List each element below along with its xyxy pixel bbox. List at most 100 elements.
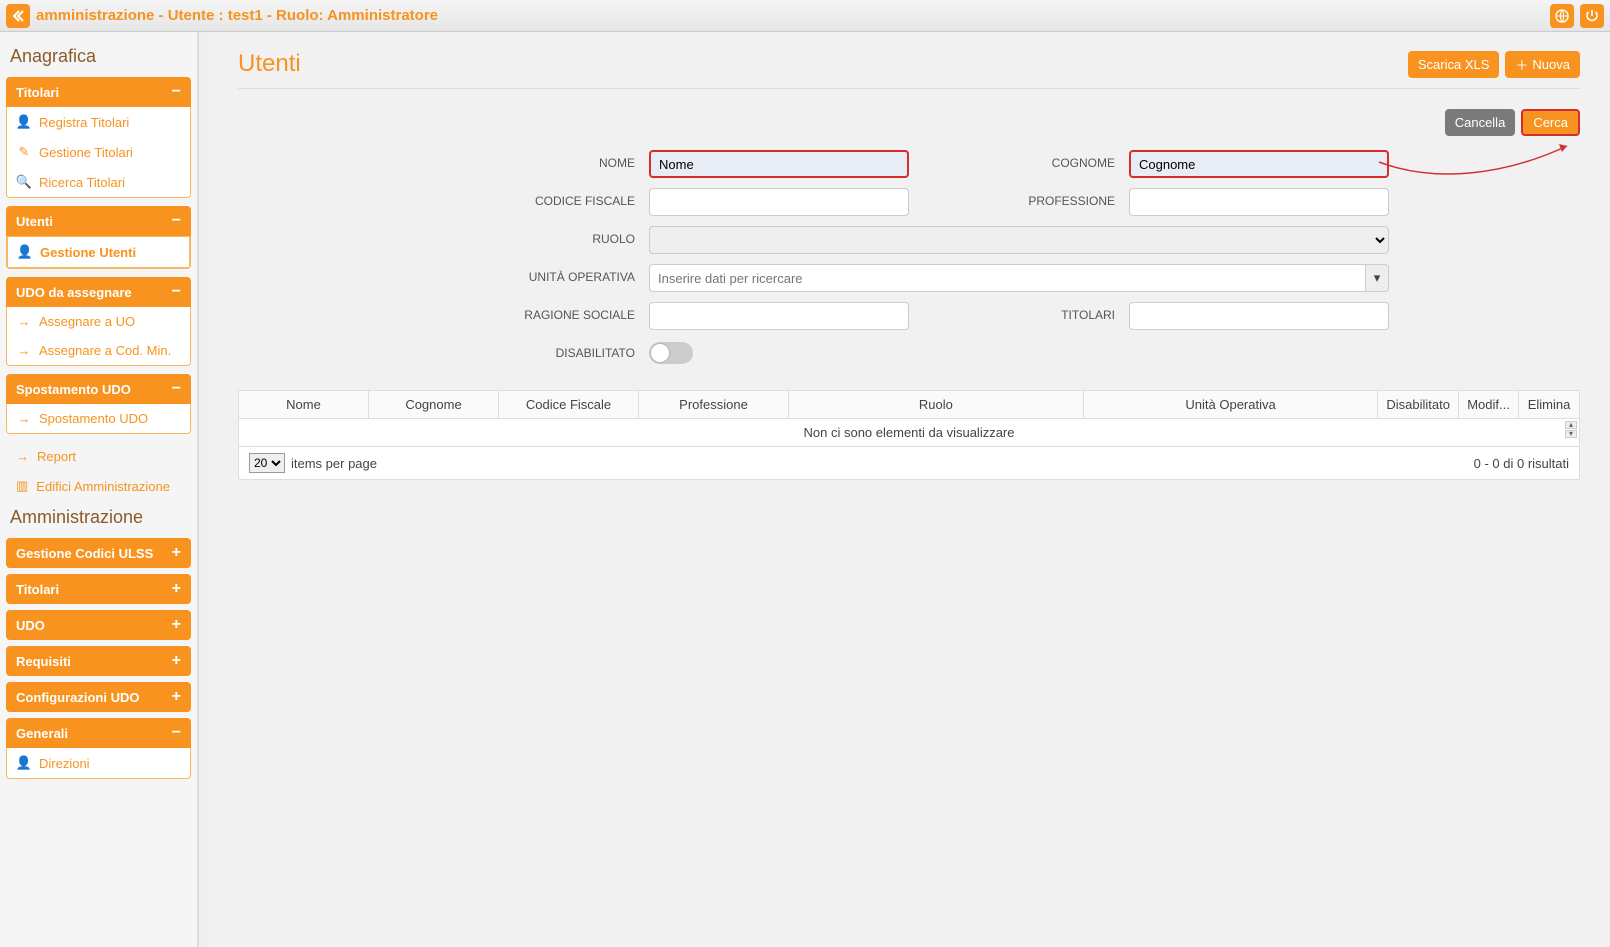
- th-nome[interactable]: Nome: [239, 391, 369, 418]
- section-title-anagrafica: Anagrafica: [10, 46, 191, 67]
- group-spostamento: →Spostamento UDO: [6, 404, 191, 434]
- unita-label: UNITÀ OPERATIVA: [439, 264, 639, 292]
- ragione-label: RAGIONE SOCIALE: [439, 302, 639, 330]
- unita-operativa-input[interactable]: [649, 264, 1365, 292]
- th-elimina[interactable]: Elimina: [1519, 391, 1579, 418]
- professione-label: PROFESSIONE: [919, 188, 1119, 216]
- page-title: Utenti: [238, 50, 301, 78]
- nome-input[interactable]: [649, 150, 909, 178]
- ragione-sociale-input[interactable]: [649, 302, 909, 330]
- disabilitato-label: DISABILITATO: [439, 340, 639, 364]
- sidebar-item-assegnare-codmin[interactable]: →Assegnare a Cod. Min.: [7, 336, 190, 365]
- sidebar-item-gestione-titolari[interactable]: ✎Gestione Titolari: [7, 137, 190, 167]
- sidebar-header-udo[interactable]: UDO+: [6, 610, 191, 640]
- sidebar-header-udo-assegnare[interactable]: UDO da assegnare −: [6, 277, 191, 307]
- annotation-arrow-icon: [1377, 144, 1577, 200]
- sidebar-header-titolari[interactable]: Titolari−: [6, 77, 191, 107]
- head-actions: Scarica XLS ＋Nuova: [1408, 51, 1580, 78]
- sidebar-item-label: Direzioni: [39, 756, 90, 771]
- group-udo-assegnare: → Assegnare a UO →Assegnare a Cod. Min.: [6, 307, 191, 366]
- sidebar-scrollbar[interactable]: [198, 32, 208, 947]
- new-button-label: Nuova: [1532, 57, 1570, 72]
- sidebar-item-label: Assegnare a UO: [39, 314, 135, 329]
- table-empty-message: Non ci sono elementi da visualizzare ▴ ▾: [239, 419, 1579, 447]
- cognome-input[interactable]: [1129, 150, 1389, 178]
- topbar-left: amministrazione - Utente : test1 - Ruolo…: [6, 4, 438, 28]
- sidebar-header-label: UDO: [16, 618, 45, 633]
- th-modifica[interactable]: Modif...: [1459, 391, 1519, 418]
- sidebar-header-config[interactable]: Configurazioni UDO +: [6, 682, 191, 712]
- th-ruolo[interactable]: Ruolo: [789, 391, 1084, 418]
- download-xls-button[interactable]: Scarica XLS: [1408, 51, 1500, 78]
- sidebar-item-label: Registra Titolari: [39, 115, 129, 130]
- sidebar-link-label: Report: [37, 449, 76, 464]
- group-generali: 👤 Direzioni: [6, 748, 191, 779]
- ruolo-label: RUOLO: [439, 226, 639, 254]
- arrow-right-icon: →: [17, 314, 31, 329]
- th-professione[interactable]: Professione: [639, 391, 789, 418]
- minus-icon: −: [172, 283, 181, 301]
- disabilitato-toggle[interactable]: [649, 342, 693, 364]
- sidebar-link-report[interactable]: →Report: [6, 442, 191, 471]
- power-icon[interactable]: [1580, 4, 1604, 28]
- ruolo-select[interactable]: [649, 226, 1389, 254]
- sidebar-header-label: Requisiti: [16, 654, 71, 669]
- plus-icon: +: [172, 688, 181, 706]
- pager-text: items per page: [291, 456, 377, 471]
- building-icon: ▥: [16, 478, 28, 494]
- sidebar-header-label: Gestione Codici ULSS: [16, 546, 153, 561]
- search-button[interactable]: Cerca: [1521, 109, 1580, 136]
- sidebar-collapse-button[interactable]: [6, 4, 30, 28]
- th-cf[interactable]: Codice Fiscale: [499, 391, 639, 418]
- edit-icon: ✎: [17, 144, 31, 160]
- sidebar-header-titolari2[interactable]: Titolari+: [6, 574, 191, 604]
- filter-form: NOME COGNOME CODICE FISCALE PROFESSION: [238, 150, 1580, 364]
- group-titolari: 👤 Registra Titolari ✎Gestione Titolari 🔍R…: [6, 107, 191, 198]
- professione-input[interactable]: [1129, 188, 1389, 216]
- sidebar-header-ulss[interactable]: Gestione Codici ULSS +: [6, 538, 191, 568]
- user-icon: 👤: [18, 244, 32, 260]
- topbar: amministrazione - Utente : test1 - Ruolo…: [0, 0, 1610, 32]
- sidebar-item-assegnare-uo[interactable]: → Assegnare a UO: [7, 307, 190, 336]
- section-title-amministrazione: Amministrazione: [10, 507, 191, 528]
- sidebar-header-label: Configurazioni UDO: [16, 690, 140, 705]
- sidebar-item-ricerca-titolari[interactable]: 🔍Ricerca Titolari: [7, 167, 190, 197]
- th-unita[interactable]: Unità Operativa: [1084, 391, 1379, 418]
- sidebar-header-label: UDO da assegnare: [16, 285, 132, 300]
- sidebar-header-requisiti[interactable]: Requisiti+: [6, 646, 191, 676]
- scroll-down-icon[interactable]: ▾: [1565, 430, 1577, 438]
- cancel-button[interactable]: Cancella: [1445, 109, 1516, 136]
- minus-icon: −: [172, 83, 181, 101]
- sidebar-item-gestione-utenti[interactable]: 👤 Gestione Utenti: [7, 236, 190, 268]
- table-scroll-buttons: ▴ ▾: [1565, 421, 1577, 438]
- globe-icon[interactable]: [1550, 4, 1574, 28]
- empty-text: Non ci sono elementi da visualizzare: [804, 425, 1015, 440]
- titolari-input[interactable]: [1129, 302, 1389, 330]
- user-icon: 👤: [17, 755, 31, 771]
- sidebar-header-generali[interactable]: Generali−: [6, 718, 191, 748]
- sidebar-link-label: Edifici Amministrazione: [36, 479, 170, 494]
- sidebar-header-spostamento[interactable]: Spostamento UDO−: [6, 374, 191, 404]
- plus-icon: +: [172, 544, 181, 562]
- sidebar-item-direzioni[interactable]: 👤 Direzioni: [7, 748, 190, 778]
- th-disabilitato[interactable]: Disabilitato: [1378, 391, 1459, 418]
- minus-icon: −: [172, 212, 181, 230]
- user-plus-icon: 👤: [17, 114, 31, 130]
- new-button[interactable]: ＋Nuova: [1505, 51, 1580, 78]
- nome-label: NOME: [439, 150, 639, 178]
- sidebar-item-spostamento-udo[interactable]: →Spostamento UDO: [7, 404, 190, 433]
- pager-info: 0 - 0 di 0 risultati: [1474, 456, 1569, 471]
- scroll-up-icon[interactable]: ▴: [1565, 421, 1577, 429]
- sidebar-item-registra-titolari[interactable]: 👤 Registra Titolari: [7, 107, 190, 137]
- sidebar-item-label: Gestione Utenti: [40, 245, 136, 260]
- chevron-down-icon[interactable]: ▾: [1365, 264, 1389, 292]
- sidebar-link-edifici[interactable]: ▥ Edifici Amministrazione: [6, 471, 191, 501]
- items-per-page-select[interactable]: 20: [249, 453, 285, 473]
- sidebar: Anagrafica Titolari− 👤 Registra Titolari …: [0, 32, 198, 947]
- sidebar-header-label: Spostamento UDO: [16, 382, 131, 397]
- sidebar-header-label: Utenti: [16, 214, 53, 229]
- codice-fiscale-input[interactable]: [649, 188, 909, 216]
- th-cognome[interactable]: Cognome: [369, 391, 499, 418]
- sidebar-header-utenti[interactable]: Utenti −: [6, 206, 191, 236]
- toggle-knob: [651, 344, 669, 362]
